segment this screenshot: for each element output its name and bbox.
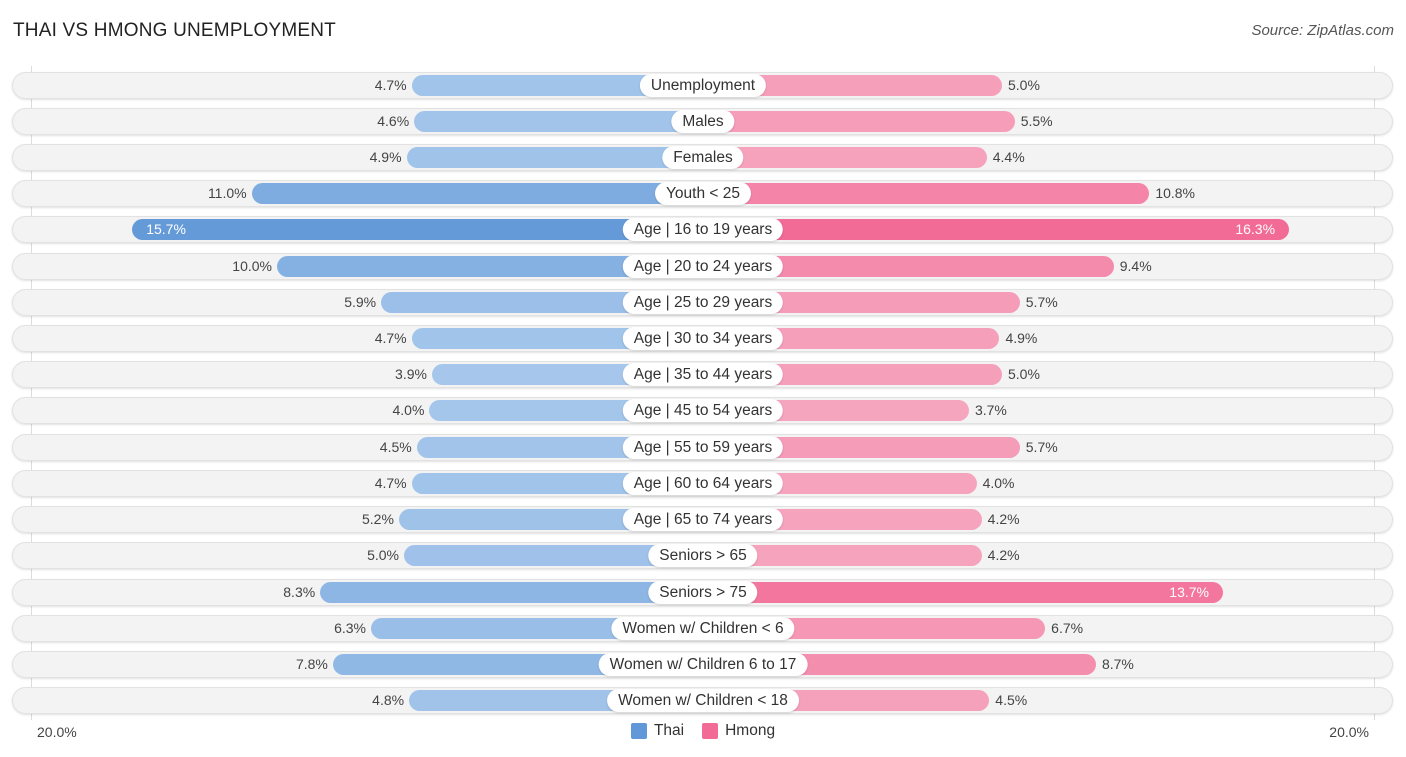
legend: Thai Hmong (0, 722, 1406, 740)
value-label-thai: 15.7% (146, 221, 186, 238)
legend-swatch-hmong (702, 723, 719, 739)
category-label: Age | 16 to 19 years (622, 218, 784, 242)
value-label-thai: 5.2% (362, 511, 394, 528)
bar-thai[interactable] (251, 183, 703, 205)
bar-hmong[interactable] (703, 110, 1015, 132)
category-label: Age | 25 to 29 years (622, 290, 784, 314)
bar-hmong[interactable] (703, 183, 1150, 205)
legend-label-thai: Thai (653, 722, 685, 739)
bar-hmong[interactable] (703, 581, 1223, 603)
value-label-hmong: 5.7% (1025, 438, 1058, 455)
value-label-hmong: 3.7% (974, 402, 1007, 419)
value-label-hmong: 16.3% (1235, 221, 1276, 238)
value-label-thai: 4.7% (374, 76, 407, 93)
value-label-hmong: 4.9% (1005, 330, 1038, 347)
value-label-thai: 11.0% (207, 185, 247, 202)
value-label-hmong: 5.0% (1008, 366, 1040, 383)
value-label-hmong: 4.4% (992, 148, 1025, 165)
value-label-hmong: 8.7% (1101, 656, 1134, 673)
value-label-hmong: 6.7% (1051, 619, 1084, 636)
bar-thai[interactable] (406, 146, 703, 168)
category-label: Males (671, 109, 735, 133)
category-label: Age | 35 to 44 years (622, 363, 784, 387)
legend-item-hmong[interactable]: Hmong (702, 722, 775, 740)
value-label-hmong: 5.5% (1020, 112, 1053, 129)
value-label-hmong: 13.7% (1169, 583, 1209, 600)
value-label-hmong: 4.0% (982, 474, 1015, 491)
category-label: Age | 60 to 64 years (622, 471, 784, 495)
value-label-hmong: 9.4% (1119, 257, 1152, 274)
category-label: Seniors > 75 (648, 580, 758, 604)
category-label: Youth < 25 (655, 182, 751, 206)
category-label: Females (662, 145, 744, 169)
value-label-hmong: 4.2% (987, 511, 1020, 528)
category-label: Age | 45 to 54 years (622, 399, 784, 423)
category-label: Women w/ Children < 18 (607, 689, 799, 713)
value-label-thai: 6.3% (334, 619, 366, 636)
value-label-hmong: 4.5% (995, 692, 1028, 709)
value-label-thai: 3.9% (395, 366, 427, 383)
bar-thai[interactable] (414, 110, 703, 132)
bar-hmong[interactable] (703, 146, 987, 168)
category-label: Women w/ Children 6 to 17 (598, 653, 808, 677)
value-label-thai: 8.3% (283, 583, 316, 600)
bar-thai[interactable] (132, 219, 703, 241)
bar-thai[interactable] (320, 581, 703, 603)
legend-swatch-thai (630, 723, 647, 739)
value-label-thai: 4.8% (372, 692, 405, 709)
category-label: Age | 65 to 74 years (622, 508, 784, 532)
category-label: Unemployment (639, 73, 767, 97)
value-label-hmong: 5.7% (1025, 293, 1058, 310)
value-label-thai: 10.0% (232, 257, 272, 274)
category-label: Age | 30 to 34 years (622, 327, 784, 351)
category-label: Women w/ Children < 6 (611, 616, 795, 640)
category-label: Age | 55 to 59 years (622, 435, 784, 459)
value-label-hmong: 10.8% (1155, 185, 1196, 202)
value-label-thai: 4.6% (377, 112, 410, 129)
chart-title: THAI VS HMONG UNEMPLOYMENT (13, 20, 336, 41)
bar-hmong[interactable] (703, 219, 1290, 241)
category-label: Age | 20 to 24 years (622, 254, 784, 278)
value-label-thai: 4.5% (379, 438, 412, 455)
value-label-thai: 5.9% (344, 293, 377, 310)
category-label: Seniors > 65 (648, 544, 758, 568)
value-label-thai: 4.7% (374, 330, 407, 347)
value-label-thai: 7.8% (295, 656, 328, 673)
value-label-hmong: 4.2% (987, 547, 1020, 564)
legend-label-hmong: Hmong (725, 722, 776, 739)
value-label-hmong: 5.0% (1008, 76, 1040, 93)
legend-item-thai[interactable]: Thai (630, 722, 685, 740)
value-label-thai: 5.0% (367, 547, 399, 564)
value-label-thai: 4.7% (374, 474, 407, 491)
value-label-thai: 4.9% (369, 148, 402, 165)
source-credit: Source: ZipAtlas.com (1251, 22, 1394, 39)
value-label-thai: 4.0% (392, 402, 425, 419)
